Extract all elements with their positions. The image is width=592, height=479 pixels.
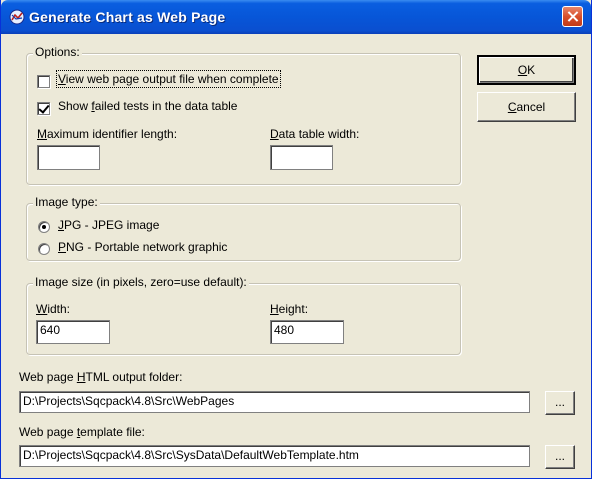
output-folder-label: Web page HTML output folder: bbox=[19, 370, 183, 384]
template-file-input[interactable]: D:\Projects\Sqcpack\4.8\Src\SysData\Defa… bbox=[19, 445, 530, 467]
browse-output-folder-button[interactable]: ... bbox=[545, 391, 575, 415]
image-type-legend: Image type: bbox=[33, 195, 100, 209]
max-identifier-input[interactable] bbox=[37, 145, 100, 170]
options-legend: Options: bbox=[33, 45, 82, 59]
window-title: Generate Chart as Web Page bbox=[29, 9, 226, 25]
close-button[interactable] bbox=[562, 6, 583, 27]
browse-template-file-button[interactable]: ... bbox=[545, 445, 575, 469]
data-table-width-label: Data table width: bbox=[270, 127, 360, 141]
dialog-window: Generate Chart as Web Page Options: View… bbox=[0, 0, 592, 479]
data-table-width-input[interactable] bbox=[270, 145, 333, 170]
width-input[interactable]: 640 bbox=[36, 320, 110, 344]
template-file-label: Web page template file: bbox=[19, 425, 145, 439]
height-input[interactable]: 480 bbox=[270, 320, 344, 344]
image-size-group bbox=[26, 283, 461, 355]
title-bar[interactable]: Generate Chart as Web Page bbox=[1, 0, 591, 34]
png-label[interactable]: PNG - Portable network graphic bbox=[58, 240, 227, 254]
ok-button[interactable]: OK bbox=[477, 55, 576, 85]
view-output-checkbox[interactable] bbox=[37, 75, 50, 88]
output-folder-input[interactable]: D:\Projects\Sqcpack\4.8\Src\WebPages bbox=[19, 391, 530, 413]
show-failed-label[interactable]: Show failed tests in the data table bbox=[58, 99, 237, 113]
jpg-label[interactable]: JPG - JPEG image bbox=[58, 218, 159, 232]
height-label: Height: bbox=[270, 302, 309, 316]
width-label: Width: bbox=[36, 302, 71, 316]
cancel-button[interactable]: Cancel bbox=[477, 92, 576, 122]
png-radio[interactable] bbox=[38, 243, 50, 255]
chart-app-icon bbox=[9, 9, 25, 25]
max-identifier-label: Maximum identifier length: bbox=[37, 127, 178, 141]
jpg-radio[interactable] bbox=[38, 221, 50, 233]
show-failed-checkbox[interactable] bbox=[37, 102, 50, 115]
image-size-legend: Image size (in pixels, zero=use default)… bbox=[33, 275, 249, 289]
view-output-label[interactable]: View web page output file when complete bbox=[56, 70, 281, 88]
